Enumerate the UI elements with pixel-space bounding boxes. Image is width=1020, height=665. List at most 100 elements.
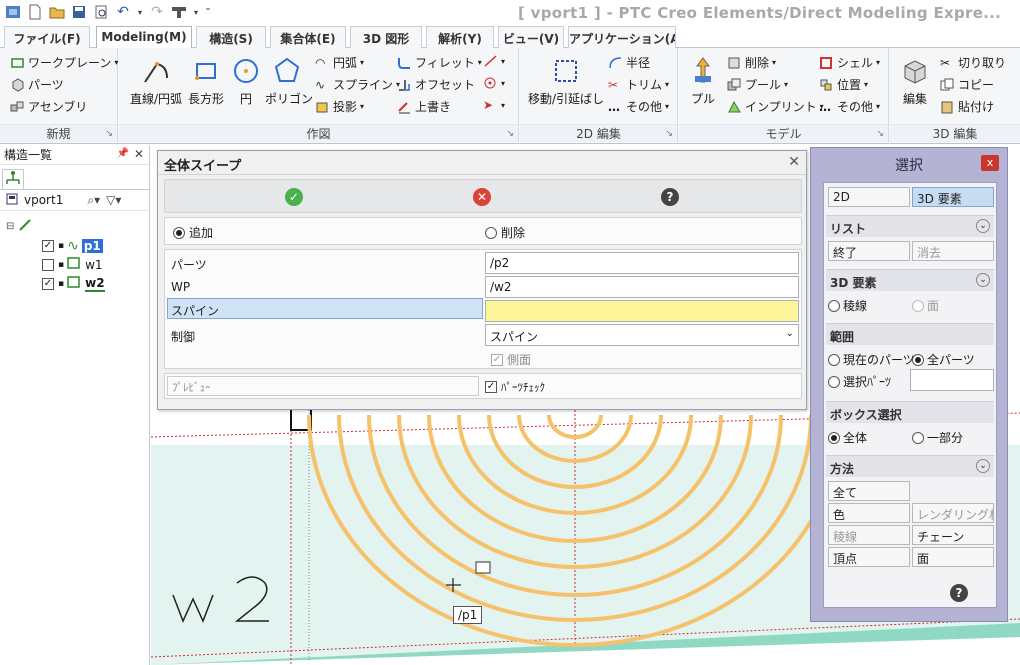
circle-button[interactable]: 円 [231, 56, 261, 107]
tab-assembly[interactable]: 集合体(E) [270, 26, 346, 48]
box-partial-radio[interactable]: 一部分 [912, 429, 963, 446]
delete-button[interactable]: 削除 ▾ [727, 54, 776, 71]
edit-button[interactable]: 編集 [898, 56, 932, 107]
method-section-header[interactable]: 方法 ⌄ [826, 455, 994, 477]
group-launcher-icon[interactable]: ↘ [876, 125, 884, 143]
viewport-selector[interactable]: vport1 ⌕▾ ▽▾ [0, 189, 150, 211]
select-3d-button[interactable]: 3D 要素 [912, 187, 994, 207]
dialog-close-icon[interactable]: ✕ [788, 154, 800, 170]
shell-button[interactable]: シェル ▾ [819, 54, 880, 71]
list-section-header[interactable]: リスト ⌄ [826, 215, 994, 237]
spine-field[interactable] [485, 300, 799, 322]
polygon-button[interactable]: ポリゴン [265, 56, 313, 107]
edit2d-other-button[interactable]: … その他 ▾ [608, 98, 669, 115]
arc-button[interactable]: ◠ 円弧 ▾ [315, 54, 364, 71]
customize-dropdown-icon[interactable]: ▾ [192, 4, 200, 20]
select-help-icon[interactable]: ? [950, 584, 968, 602]
assembly-button[interactable]: アセンブリ [10, 98, 87, 115]
side-checkbox[interactable]: ✓ 側面 [491, 351, 531, 368]
group-launcher-icon[interactable]: ↘ [105, 125, 113, 143]
tab-analysis[interactable]: 解析(Y) [426, 26, 494, 48]
redo-icon[interactable]: ↷ [148, 4, 166, 20]
imprint-button[interactable]: インプリント ▾ [727, 98, 824, 115]
tab-3d-shape[interactable]: 3D 図形 [350, 26, 422, 48]
project-button[interactable]: 投影 ▾ [315, 98, 364, 115]
position-button[interactable]: 位置 ▾ [819, 76, 868, 93]
visibility-checkbox-p1[interactable]: ✓ [42, 239, 54, 252]
tab-modeling[interactable]: Modeling(M) [96, 26, 192, 49]
boolean-button[interactable]: プール ▾ [727, 76, 788, 93]
tab-file[interactable]: ファイル(F) [4, 26, 90, 48]
box-all-radio[interactable]: 全体 [828, 429, 867, 446]
chevron-down-icon[interactable]: ⌄ [976, 459, 990, 473]
collapse-icon[interactable]: ⊟ [6, 221, 18, 232]
tree-item-w1[interactable]: ▪ w1 [6, 255, 146, 274]
line-arc-button[interactable]: 直線/円弧 [125, 56, 187, 107]
point-tool-dropdown[interactable]: ▾ [483, 76, 505, 90]
help-question-icon[interactable]: ? [661, 188, 679, 206]
list-end-button[interactable]: 終了 [828, 241, 910, 261]
model-other-button[interactable]: … その他 ▾ [819, 98, 880, 115]
method-chain-button[interactable]: チェーン [912, 525, 994, 545]
method-render-material-button[interactable]: レンダリング材質 [912, 503, 994, 523]
new-file-icon[interactable] [26, 4, 44, 20]
move-stretch-button[interactable]: 移動/引延ばし [524, 56, 608, 107]
line-tool-dropdown[interactable]: ▾ [483, 54, 505, 68]
method-face-button[interactable]: 面 [912, 547, 994, 567]
spline-button[interactable]: ∿ スプライン ▾ [315, 76, 400, 93]
overwrite-button[interactable]: 上書き [397, 98, 451, 115]
group-launcher-icon[interactable]: ↘ [506, 125, 514, 143]
pull-button[interactable]: プル [685, 56, 721, 107]
tree-item-p1[interactable]: ✓ ▪ ∿ p1 [6, 236, 146, 255]
binoculars-icon[interactable]: ⌕▾ [87, 193, 100, 208]
control-select[interactable]: スパイン ⌄ [485, 324, 799, 346]
undo-icon[interactable]: ↶ [114, 4, 132, 20]
chevron-down-icon[interactable]: ⌄ [976, 219, 990, 233]
edge-radio[interactable]: 稜線 [828, 297, 867, 314]
radius-button[interactable]: 半径 [608, 54, 650, 71]
rectangle-button[interactable]: 長方形 [185, 56, 227, 107]
current-part-radio[interactable]: 現在のパーツ [828, 351, 915, 368]
app-icon[interactable] [4, 4, 22, 20]
preview-button[interactable]: ﾌﾟﾚﾋﾞｭｰ [167, 376, 479, 396]
mode-remove-radio[interactable]: 削除 [485, 224, 525, 241]
select-close-icon[interactable]: x [981, 155, 999, 171]
method-color-button[interactable]: 色 [828, 503, 910, 523]
cancel-x-icon[interactable]: ✕ [473, 188, 491, 206]
tab-view[interactable]: ビュー(V) [498, 26, 564, 48]
fillet-button[interactable]: フィレット ▾ [397, 54, 482, 71]
method-edge-button[interactable]: 稜線 [828, 525, 910, 545]
method-all-button[interactable]: 全て [828, 481, 910, 501]
workplane-button[interactable]: ワークプレーン ▾ [10, 54, 118, 71]
cut-button[interactable]: ✂ 切り取り [940, 54, 1006, 71]
all-parts-radio[interactable]: 全パーツ [912, 351, 975, 368]
part-button[interactable]: パーツ [10, 76, 64, 93]
tree-root[interactable]: ⊟ [6, 217, 146, 236]
group-launcher-icon[interactable]: ↘ [665, 125, 673, 143]
part-check-checkbox[interactable]: ✓ ﾊﾟｰﾂﾁｪｯｸ [485, 379, 545, 395]
elem3d-section-header[interactable]: 3D 要素 ⌄ [826, 269, 994, 291]
visibility-checkbox-w1[interactable] [42, 258, 54, 271]
chevron-down-icon[interactable]: ⌄ [976, 273, 990, 287]
save-icon[interactable] [70, 4, 88, 20]
offset-button[interactable]: オフセット [397, 76, 475, 93]
arrow-tool-dropdown[interactable]: ➤ ▾ [483, 98, 505, 112]
visibility-checkbox-w2[interactable]: ✓ [42, 277, 54, 290]
open-folder-icon[interactable] [48, 4, 66, 20]
print-preview-icon[interactable] [92, 4, 110, 20]
pin-icon[interactable]: 📌 [117, 148, 129, 159]
copy-button[interactable]: コピー [940, 76, 994, 93]
part-field[interactable]: /p2 [485, 252, 799, 274]
selected-parts-field[interactable] [910, 369, 994, 391]
undo-dropdown-icon[interactable]: ▾ [136, 4, 144, 20]
close-icon[interactable]: ✕ [134, 147, 144, 161]
mode-add-radio[interactable]: 追加 [173, 224, 213, 241]
list-clear-button[interactable]: 消去 [912, 241, 994, 261]
face-radio[interactable]: 面 [912, 297, 939, 314]
method-vertex-button[interactable]: 頂点 [828, 547, 910, 567]
ok-check-icon[interactable]: ✓ [285, 188, 303, 206]
select-2d-button[interactable]: 2D [828, 187, 910, 207]
filter-icon[interactable]: ▽▾ [106, 193, 121, 207]
tab-application[interactable]: アプリケーション(A) [568, 26, 676, 48]
wp-field[interactable]: /w2 [485, 276, 799, 298]
